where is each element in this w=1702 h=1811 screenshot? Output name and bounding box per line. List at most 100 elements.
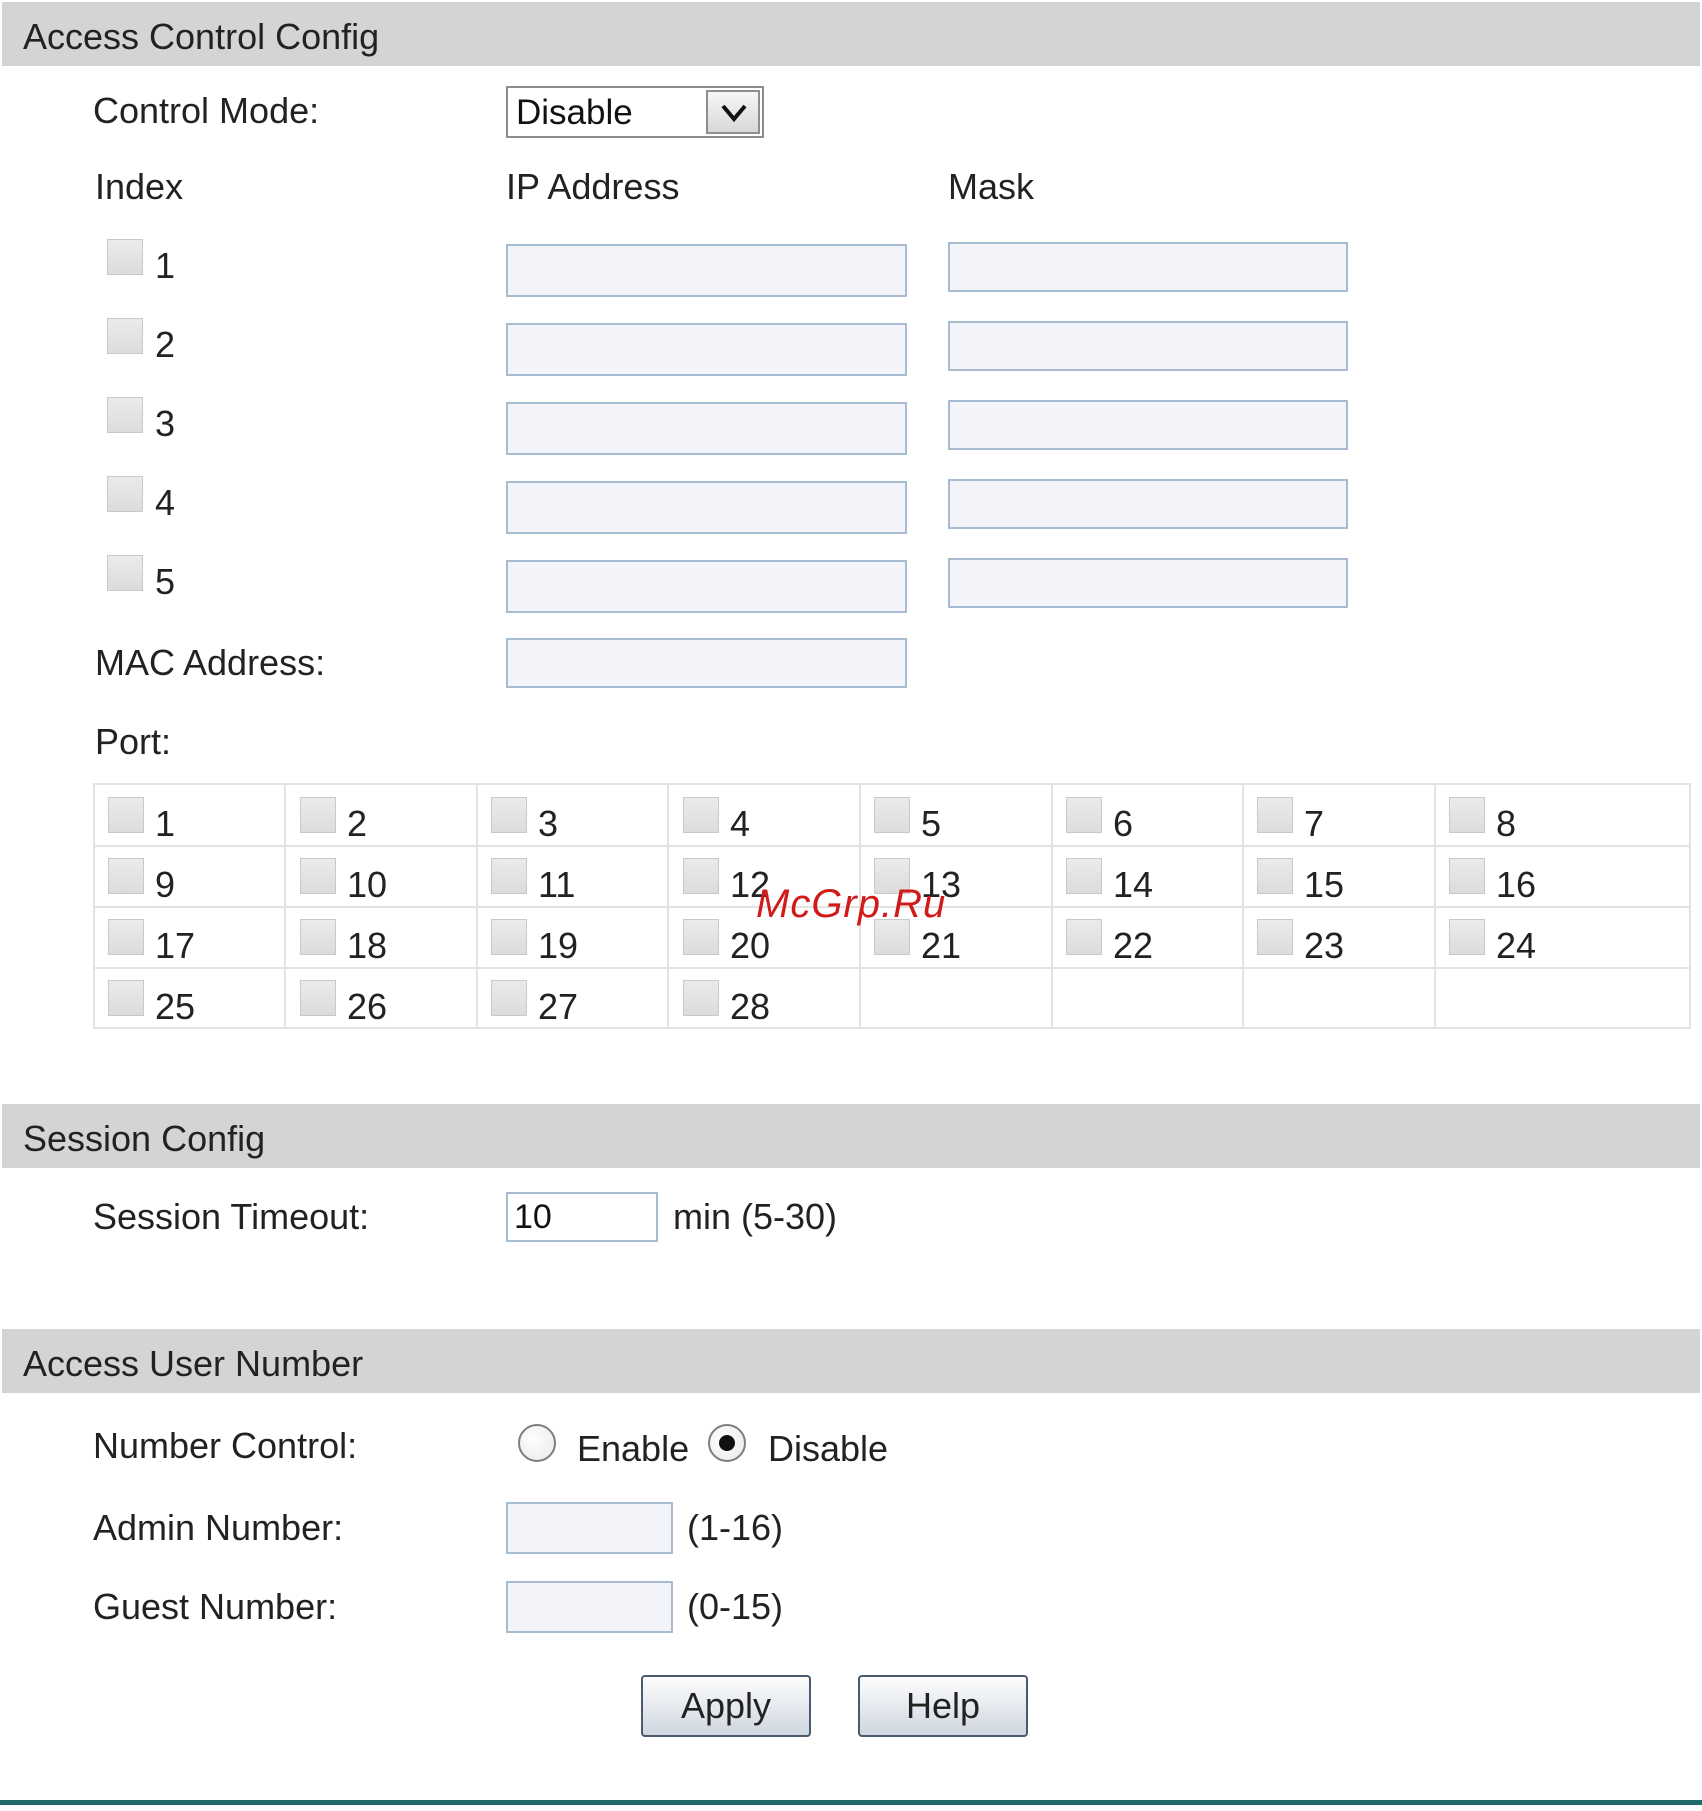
mac-address-input[interactable]: [506, 638, 907, 688]
port-number-label: 9: [155, 864, 176, 905]
port-checkbox[interactable]: [300, 980, 336, 1016]
port-checkbox[interactable]: [874, 797, 910, 833]
ip-address-input[interactable]: [506, 481, 907, 534]
entry-index: 3: [155, 403, 176, 444]
port-checkbox[interactable]: [300, 919, 336, 955]
entry-checkbox[interactable]: [107, 476, 143, 512]
port-cell: 10: [287, 846, 479, 907]
entry-index: 5: [155, 561, 176, 602]
entry-checkbox[interactable]: [107, 239, 143, 275]
port-cell: 11: [478, 846, 670, 907]
port-cell: 24: [1436, 907, 1628, 968]
control-mode-select[interactable]: Disable: [506, 86, 764, 138]
port-checkbox[interactable]: [1449, 858, 1485, 894]
port-checkbox[interactable]: [108, 797, 144, 833]
port-number-label: 22: [1113, 925, 1154, 966]
port-number-label: 19: [538, 925, 579, 966]
entry-checkbox[interactable]: [107, 555, 143, 591]
port-checkbox[interactable]: [491, 980, 527, 1016]
port-cell: 27: [478, 968, 670, 1029]
ip-address-input[interactable]: [506, 244, 907, 297]
watermark-text: McGrp.Ru: [756, 882, 947, 926]
port-cell: 25: [95, 968, 287, 1029]
port-checkbox[interactable]: [491, 858, 527, 894]
port-number-label: 5: [921, 803, 942, 844]
index-column-header: Index: [95, 166, 184, 207]
port-cell: 1: [95, 785, 287, 846]
radio-selected-dot: [719, 1435, 735, 1451]
port-checkbox[interactable]: [491, 797, 527, 833]
port-number-label: 11: [538, 864, 576, 905]
admin-number-range: (1-16): [687, 1507, 784, 1548]
disable-radio[interactable]: [708, 1424, 746, 1462]
port-cell: 7: [1244, 785, 1436, 846]
port-number-label: 27: [538, 986, 579, 1027]
entry-index: 4: [155, 482, 176, 523]
port-number-label: 10: [347, 864, 388, 905]
mask-input[interactable]: [948, 321, 1348, 371]
session-timeout-input[interactable]: [506, 1192, 658, 1242]
port-number-label: 7: [1304, 803, 1325, 844]
ip-address-input[interactable]: [506, 402, 907, 455]
entry-checkbox[interactable]: [107, 397, 143, 433]
port-number-label: 1: [155, 803, 176, 844]
access-control-title: Access Control Config: [23, 16, 380, 57]
ip-column-header: IP Address: [506, 166, 680, 207]
port-checkbox[interactable]: [491, 919, 527, 955]
control-mode-label: Control Mode:: [93, 90, 320, 131]
port-checkbox[interactable]: [1066, 858, 1102, 894]
port-checkbox[interactable]: [1066, 919, 1102, 955]
enable-radio-label: Enable: [577, 1428, 690, 1469]
port-cell: 17: [95, 907, 287, 968]
port-checkbox[interactable]: [1449, 797, 1485, 833]
ip-address-input[interactable]: [506, 323, 907, 376]
port-checkbox[interactable]: [108, 980, 144, 1016]
chevron-down-icon[interactable]: [706, 90, 760, 134]
port-cell: 18: [287, 907, 479, 968]
mask-column-header: Mask: [948, 166, 1035, 207]
mask-input[interactable]: [948, 479, 1348, 529]
port-checkbox[interactable]: [683, 797, 719, 833]
ip-address-input[interactable]: [506, 560, 907, 613]
port-checkbox[interactable]: [1257, 919, 1293, 955]
guest-number-input[interactable]: [506, 1581, 673, 1633]
port-checkbox[interactable]: [1449, 919, 1485, 955]
port-number-label: 21: [921, 925, 962, 966]
mask-input[interactable]: [948, 558, 1348, 608]
disable-radio-label: Disable: [768, 1428, 889, 1469]
port-checkbox[interactable]: [683, 980, 719, 1016]
port-checkbox[interactable]: [1066, 797, 1102, 833]
port-cell: 3: [478, 785, 670, 846]
port-number-label: 28: [730, 986, 771, 1027]
port-checkbox[interactable]: [300, 858, 336, 894]
port-cell: 5: [861, 785, 1053, 846]
port-number-label: 2: [347, 803, 368, 844]
mac-address-label: MAC Address:: [95, 642, 326, 683]
port-number-label: 26: [347, 986, 388, 1027]
mask-input[interactable]: [948, 400, 1348, 450]
port-number-label: 17: [155, 925, 196, 966]
port-number-label: 8: [1496, 803, 1517, 844]
port-number-label: 25: [155, 986, 196, 1027]
port-number-label: 18: [347, 925, 388, 966]
port-checkbox[interactable]: [108, 858, 144, 894]
port-number-label: 4: [730, 803, 751, 844]
port-checkbox[interactable]: [1257, 797, 1293, 833]
port-checkbox[interactable]: [300, 797, 336, 833]
entry-checkbox[interactable]: [107, 318, 143, 354]
port-cell: 28: [670, 968, 862, 1029]
port-cell: 22: [1053, 907, 1245, 968]
help-button[interactable]: Help: [858, 1675, 1028, 1737]
enable-radio[interactable]: [518, 1424, 556, 1462]
admin-number-input[interactable]: [506, 1502, 673, 1554]
port-checkbox[interactable]: [108, 919, 144, 955]
apply-button[interactable]: Apply: [641, 1675, 811, 1737]
port-cell: 8: [1436, 785, 1628, 846]
port-checkbox[interactable]: [1257, 858, 1293, 894]
port-cell: 2: [287, 785, 479, 846]
admin-number-label: Admin Number:: [93, 1507, 344, 1548]
session-config-title: Session Config: [23, 1118, 266, 1159]
mask-input[interactable]: [948, 242, 1348, 292]
port-checkbox[interactable]: [683, 919, 719, 955]
port-checkbox[interactable]: [683, 858, 719, 894]
